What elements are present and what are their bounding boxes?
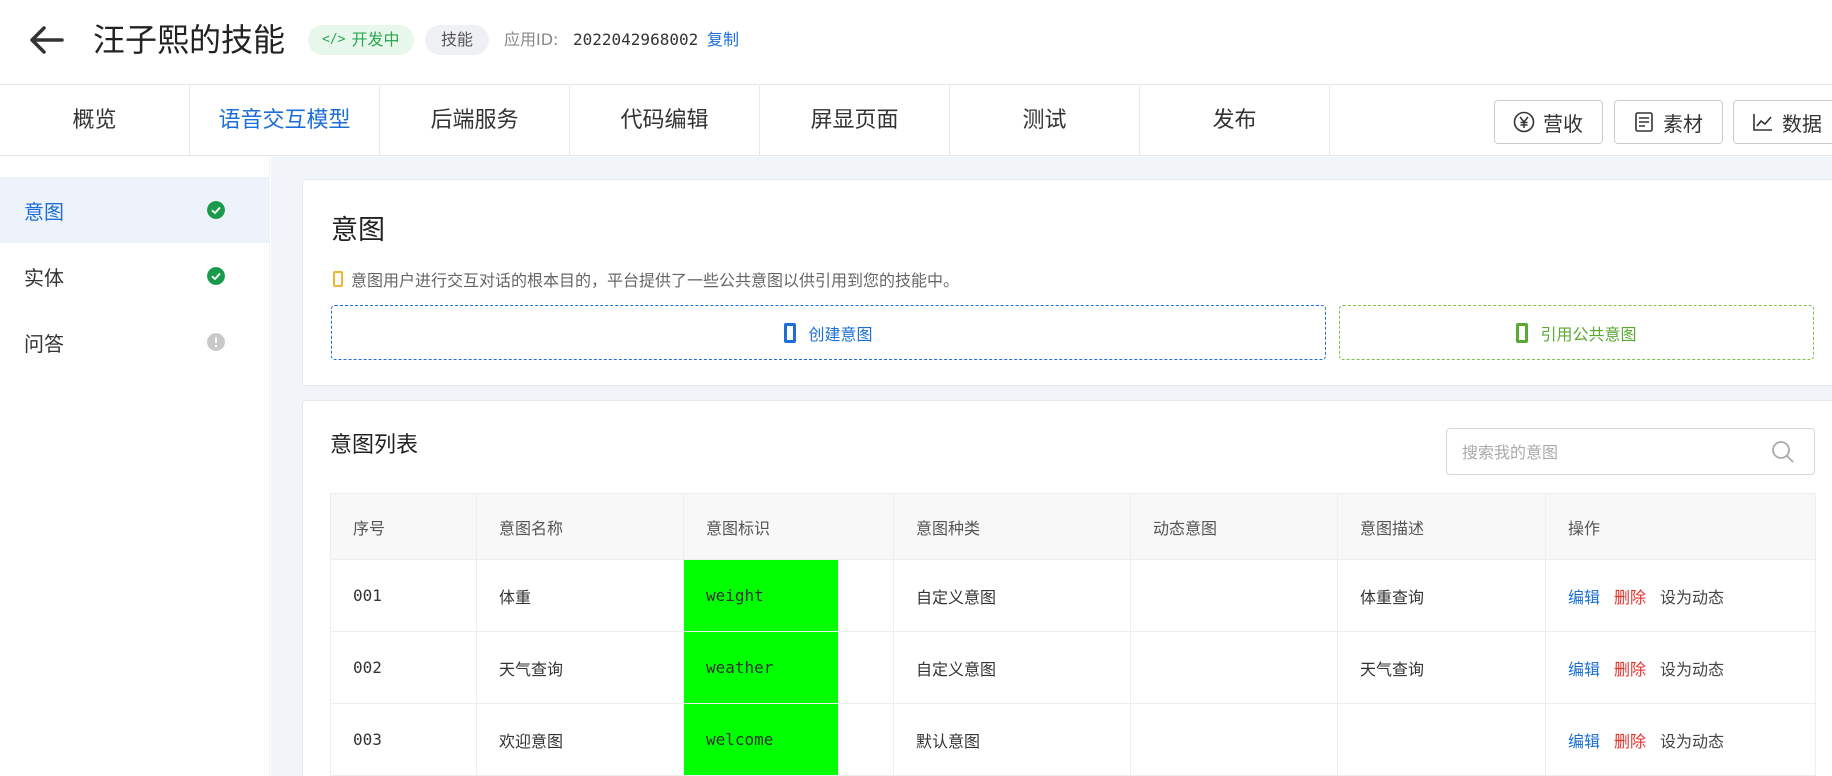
cell-name: 体重 xyxy=(476,560,683,631)
reference-intent-label: 引用公共意图 xyxy=(1540,324,1637,344)
cell-no: 003 xyxy=(330,704,476,775)
column-header-no: 序号 xyxy=(330,494,476,559)
app-id-label: 应用ID: xyxy=(504,30,559,49)
check-circle-icon xyxy=(207,201,225,219)
code-icon: </> xyxy=(322,32,346,47)
tab-publish[interactable]: 发布 xyxy=(1140,86,1330,156)
column-header-dynamic: 动态意图 xyxy=(1130,494,1337,559)
column-header-id: 意图标识 xyxy=(683,494,893,559)
cell-dynamic xyxy=(1130,560,1337,631)
sidebar-item-label: 实体 xyxy=(24,265,64,290)
cell-no: 001 xyxy=(330,560,476,631)
tab-screen-pages[interactable]: 屏显页面 xyxy=(760,86,950,156)
cell-no: 002 xyxy=(330,632,476,703)
intent-description: 意图用户进行交互对话的根本目的，平台提供了一些公共意图以供引用到您的技能中。 xyxy=(333,267,959,291)
material-label: 素材 xyxy=(1663,111,1703,136)
sidebar: 意图 实体 问答 xyxy=(0,157,270,776)
page: 汪子熙的技能 </> 开发中 技能 应用ID: 2022042968002 复制… xyxy=(0,0,1832,776)
search-icon[interactable] xyxy=(1770,439,1796,465)
revenue-label: 营收 xyxy=(1543,111,1583,136)
column-header-kind: 意图种类 xyxy=(893,494,1130,559)
back-arrow-icon[interactable] xyxy=(28,24,64,56)
column-header-name: 意图名称 xyxy=(476,494,683,559)
data-label: 数据 xyxy=(1782,111,1822,136)
revenue-button[interactable]: 营收 xyxy=(1494,100,1603,144)
cell-name: 欢迎意图 xyxy=(476,704,683,775)
sidebar-item-intent[interactable]: 意图 xyxy=(0,177,270,243)
tab-backend[interactable]: 后端服务 xyxy=(380,86,570,156)
yen-icon xyxy=(1513,111,1535,133)
column-header-desc: 意图描述 xyxy=(1337,494,1545,559)
cell-desc xyxy=(1337,704,1545,775)
set-dynamic-link[interactable]: 设为动态 xyxy=(1660,656,1724,680)
set-dynamic-link[interactable]: 设为动态 xyxy=(1660,728,1724,752)
reference-icon xyxy=(1516,322,1529,343)
delete-link[interactable]: 删除 xyxy=(1614,728,1646,752)
create-icon xyxy=(784,322,797,343)
document-icon xyxy=(1635,112,1653,132)
create-intent-label: 创建意图 xyxy=(808,324,873,344)
tab-test[interactable]: 测试 xyxy=(950,86,1140,156)
tab-overview[interactable]: 概览 xyxy=(0,86,190,156)
delete-link[interactable]: 删除 xyxy=(1614,656,1646,680)
intent-list-card: 意图列表 序号 意图名称 意图标识 意图种类 动态意图 意图描述 操作 xyxy=(302,400,1832,776)
tab-code-editor[interactable]: 代码编辑 xyxy=(570,86,760,156)
check-circle-icon xyxy=(207,267,225,285)
status-badge: </> 开发中 xyxy=(308,25,414,55)
create-intent-button[interactable]: 创建意图 xyxy=(331,305,1326,360)
edit-link[interactable]: 编辑 xyxy=(1568,656,1600,680)
cell-dynamic xyxy=(1130,632,1337,703)
search-box xyxy=(1446,428,1815,475)
column-header-actions: 操作 xyxy=(1545,494,1816,559)
cell-id: weather xyxy=(683,632,838,703)
sidebar-item-label: 意图 xyxy=(24,199,64,224)
tip-icon xyxy=(333,271,343,287)
status-badge-label: 开发中 xyxy=(351,30,400,49)
edit-link[interactable]: 编辑 xyxy=(1568,584,1600,608)
intent-description-text: 意图用户进行交互对话的根本目的，平台提供了一些公共意图以供引用到您的技能中。 xyxy=(351,271,960,290)
cell-id: weight xyxy=(683,560,838,631)
intent-card-title: 意图 xyxy=(331,215,385,246)
app-header: 汪子熙的技能 </> 开发中 技能 应用ID: 2022042968002 复制 xyxy=(0,0,1832,85)
sidebar-item-label: 问答 xyxy=(24,331,64,356)
warning-circle-icon xyxy=(207,333,225,351)
cell-actions: 编辑 删除 设为动态 xyxy=(1545,704,1816,775)
table-row: 001 体重 weight 自定义意图 体重查询 编辑 删除 设为动态 xyxy=(330,560,1816,632)
delete-link[interactable]: 删除 xyxy=(1614,584,1646,608)
cell-kind: 自定义意图 xyxy=(893,560,1130,631)
cell-id: welcome xyxy=(683,704,838,775)
copy-id-link[interactable]: 复制 xyxy=(707,30,739,50)
cell-kind: 自定义意图 xyxy=(893,632,1130,703)
cell-dynamic xyxy=(1130,704,1337,775)
cell-desc: 体重查询 xyxy=(1337,560,1545,631)
sidebar-item-qa[interactable]: 问答 xyxy=(0,309,270,375)
reference-public-intent-button[interactable]: 引用公共意图 xyxy=(1339,305,1814,360)
app-id-value: 2022042968002 xyxy=(573,30,699,49)
type-badge: 技能 xyxy=(425,25,490,55)
chart-icon xyxy=(1753,114,1772,131)
tab-voice-model[interactable]: 语音交互模型 xyxy=(190,86,380,156)
main-content: 意图 意图用户进行交互对话的根本目的，平台提供了一些公共意图以供引用到您的技能中… xyxy=(271,157,1832,776)
intent-table: 序号 意图名称 意图标识 意图种类 动态意图 意图描述 操作 001 体重 we… xyxy=(330,493,1816,776)
main-tabs: 概览 语音交互模型 后端服务 代码编辑 屏显页面 测试 发布 营收 素材 数据 xyxy=(0,86,1832,156)
data-button[interactable]: 数据 xyxy=(1733,100,1832,144)
page-title: 汪子熙的技能 xyxy=(93,21,286,59)
edit-link[interactable]: 编辑 xyxy=(1568,728,1600,752)
search-input[interactable] xyxy=(1462,439,1762,465)
table-row: 002 天气查询 weather 自定义意图 天气查询 编辑 删除 设为动态 xyxy=(330,632,1816,704)
sidebar-item-entity[interactable]: 实体 xyxy=(0,243,270,309)
cell-name: 天气查询 xyxy=(476,632,683,703)
set-dynamic-link[interactable]: 设为动态 xyxy=(1660,584,1724,608)
cell-actions: 编辑 删除 设为动态 xyxy=(1545,632,1816,703)
table-row: 003 欢迎意图 welcome 默认意图 编辑 删除 设为动态 xyxy=(330,704,1816,776)
cell-desc: 天气查询 xyxy=(1337,632,1545,703)
cell-kind: 默认意图 xyxy=(893,704,1130,775)
table-header-row: 序号 意图名称 意图标识 意图种类 动态意图 意图描述 操作 xyxy=(330,493,1816,560)
cell-actions: 编辑 删除 设为动态 xyxy=(1545,560,1816,631)
intent-list-title: 意图列表 xyxy=(330,433,419,458)
material-button[interactable]: 素材 xyxy=(1614,100,1723,144)
intent-card: 意图 意图用户进行交互对话的根本目的，平台提供了一些公共意图以供引用到您的技能中… xyxy=(302,179,1832,386)
